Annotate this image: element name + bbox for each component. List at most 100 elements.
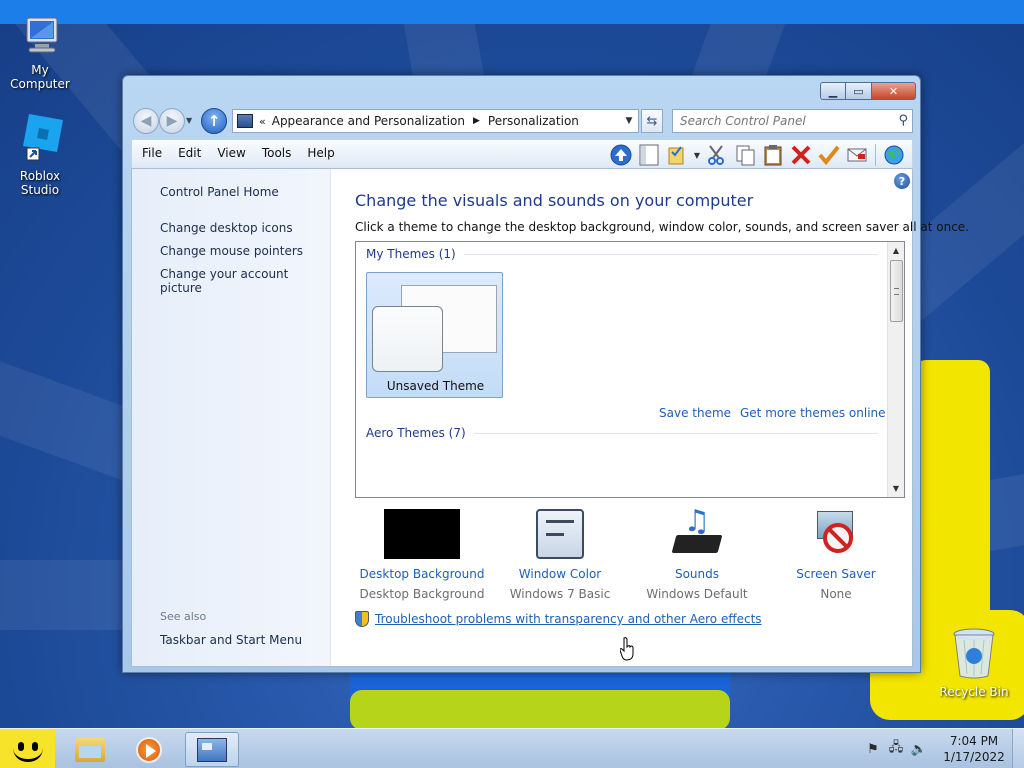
save-theme-link[interactable]: Save theme [659,406,731,420]
taskbar-media-player[interactable] [122,732,176,767]
clock[interactable]: 7:04 PM 1/17/2022 [940,733,1008,765]
themes-list[interactable]: My Themes (1) Unsaved Theme Save theme G… [355,241,905,498]
breadcrumb-personalization[interactable]: Personalization [488,114,579,128]
forward-button[interactable]: ▶ [159,108,185,134]
menu-bar: File Edit View Tools Help [134,146,343,160]
email-toolbar-button[interactable] [843,143,871,167]
sounds-link[interactable]: Sounds [627,567,767,581]
sidebar-change-mouse-pointers[interactable]: Change mouse pointers [160,244,303,258]
back-arrow-icon: ◀ [140,113,152,129]
personalization-window: ▁ ▭ ✕ ◀ ▶ ▼ ↑ « Appearance and Personali… [122,75,969,673]
address-bar[interactable]: « Appearance and Personalization ▶ Perso… [232,109,639,133]
maximize-button[interactable]: ▭ [846,82,872,100]
start-button[interactable] [0,729,55,768]
up-folder-icon [610,144,632,166]
menu-file[interactable]: File [134,146,170,160]
desktop-background-link[interactable]: Desktop Background [352,567,492,581]
menu-tools[interactable]: Tools [254,146,300,160]
troubleshoot-link[interactable]: Troubleshoot problems with transparency … [375,612,762,626]
minimize-button[interactable]: ▁ [820,82,846,100]
sounds-item[interactable]: ♫ Sounds Windows Default [627,507,767,602]
menu-view[interactable]: View [209,146,253,160]
breadcrumb-arrow-icon[interactable]: ▶ [473,116,480,126]
scrollbar-thumb[interactable] [890,260,903,322]
screen-saver-item[interactable]: Screen Saver None [766,509,906,601]
close-button[interactable]: ✕ [872,82,916,100]
control-panel-icon [237,114,253,128]
sidebar-control-panel-home[interactable]: Control Panel Home [160,185,279,199]
maximize-icon: ▭ [853,84,864,98]
views-dropdown[interactable]: ▼ [691,143,703,167]
sidebar-change-account-picture[interactable]: Change your account picture [160,267,330,295]
up-folder-toolbar-button[interactable] [607,143,635,167]
up-button[interactable]: ↑ [201,108,227,134]
back-button[interactable]: ◀ [133,108,159,134]
recent-pages-button[interactable]: ▼ [186,116,196,126]
sidebar-taskbar-start-menu[interactable]: Taskbar and Start Menu [160,633,302,647]
paste-toolbar-button[interactable] [759,143,787,167]
copy-icon [736,145,755,166]
desktop-icon-label: My Computer [10,63,70,91]
address-dropdown-icon[interactable]: ▼ [620,110,638,132]
clipboard-icon [764,145,782,166]
folders-pane-icon [639,144,659,166]
views-toolbar-button[interactable] [663,143,691,167]
taskbar-control-panel[interactable] [185,732,239,767]
desktop-icon-recycle-bin[interactable]: Recycle Bin [934,628,1014,699]
desktop-background-item[interactable]: Desktop Background Desktop Background [352,509,492,601]
clock-time: 7:04 PM [949,734,999,748]
window-controls: ▁ ▭ ✕ [820,82,916,100]
media-player-icon [136,736,162,763]
volume-icon[interactable]: 🔈 [911,741,927,757]
desktop-icon-roblox-studio[interactable]: Roblox Studio [0,112,80,197]
taskbar: ⚑ 🖧 🔈 7:04 PM 1/17/2022 [0,728,1024,768]
scroll-up-icon[interactable]: ▲ [888,242,904,259]
breadcrumb-overflow-icon[interactable]: « [259,115,266,128]
refresh-icon: ⇆ [646,113,658,129]
window-content: Control Panel Home Change desktop icons … [131,169,969,667]
troubleshoot-row: Troubleshoot problems with transparency … [355,611,762,627]
my-themes-group-header: My Themes (1) [366,247,878,261]
views-icon [668,146,684,165]
action-center-flag-icon[interactable]: ⚑ [865,741,881,757]
help-icon[interactable]: ? [894,173,910,189]
themes-scrollbar[interactable]: ▲ ▼ [887,242,904,497]
scroll-down-icon[interactable]: ▼ [888,480,904,497]
window-color-link[interactable]: Window Color [490,567,630,581]
cut-toolbar-button[interactable] [703,143,731,167]
taskbar-windows-explorer[interactable] [63,732,117,767]
menu-help[interactable]: Help [299,146,342,160]
copy-toolbar-button[interactable] [731,143,759,167]
delete-toolbar-button[interactable] [787,143,815,167]
search-input[interactable] [673,110,883,132]
aero-themes-group-header: Aero Themes (7) [366,426,878,440]
network-icon[interactable]: 🖧 [888,740,904,757]
window-color-item[interactable]: Window Color Windows 7 Basic [490,509,630,601]
system-tray: ⚑ 🖧 🔈 [865,740,934,757]
show-desktop-button[interactable] [1012,729,1024,768]
desktop-icon-my-computer[interactable]: My Computer [0,14,80,91]
aero-themes-label: Aero Themes (7) [366,426,466,440]
page-description: Click a theme to change the desktop back… [355,220,969,234]
navigation-bar: ◀ ▶ ▼ ↑ « Appearance and Personalization… [131,106,913,136]
desktop-icon-label: Recycle Bin [939,685,1009,699]
sidebar-change-desktop-icons[interactable]: Change desktop icons [160,221,293,235]
theme-tile-unsaved[interactable]: Unsaved Theme [366,272,503,398]
checkmark-icon [818,145,840,166]
folders-pane-toolbar-button[interactable] [635,143,663,167]
forward-arrow-icon: ▶ [166,113,178,129]
desktop-background-icon [384,509,460,559]
scissors-icon [708,145,724,165]
properties-toolbar-button[interactable] [815,143,843,167]
breadcrumb-appearance[interactable]: Appearance and Personalization [272,114,465,128]
get-more-themes-link[interactable]: Get more themes online [740,406,886,420]
internet-toolbar-button[interactable] [880,143,908,167]
menu-edit[interactable]: Edit [170,146,209,160]
email-icon [847,148,867,162]
search-icon[interactable]: ⚲ [898,113,908,128]
screen-saver-link[interactable]: Screen Saver [766,567,906,581]
sounds-value: Windows Default [646,587,748,601]
main-panel: ? Change the visuals and sounds on your … [332,169,969,666]
refresh-button[interactable]: ⇆ [641,109,663,133]
screen-saver-value: None [820,587,852,601]
